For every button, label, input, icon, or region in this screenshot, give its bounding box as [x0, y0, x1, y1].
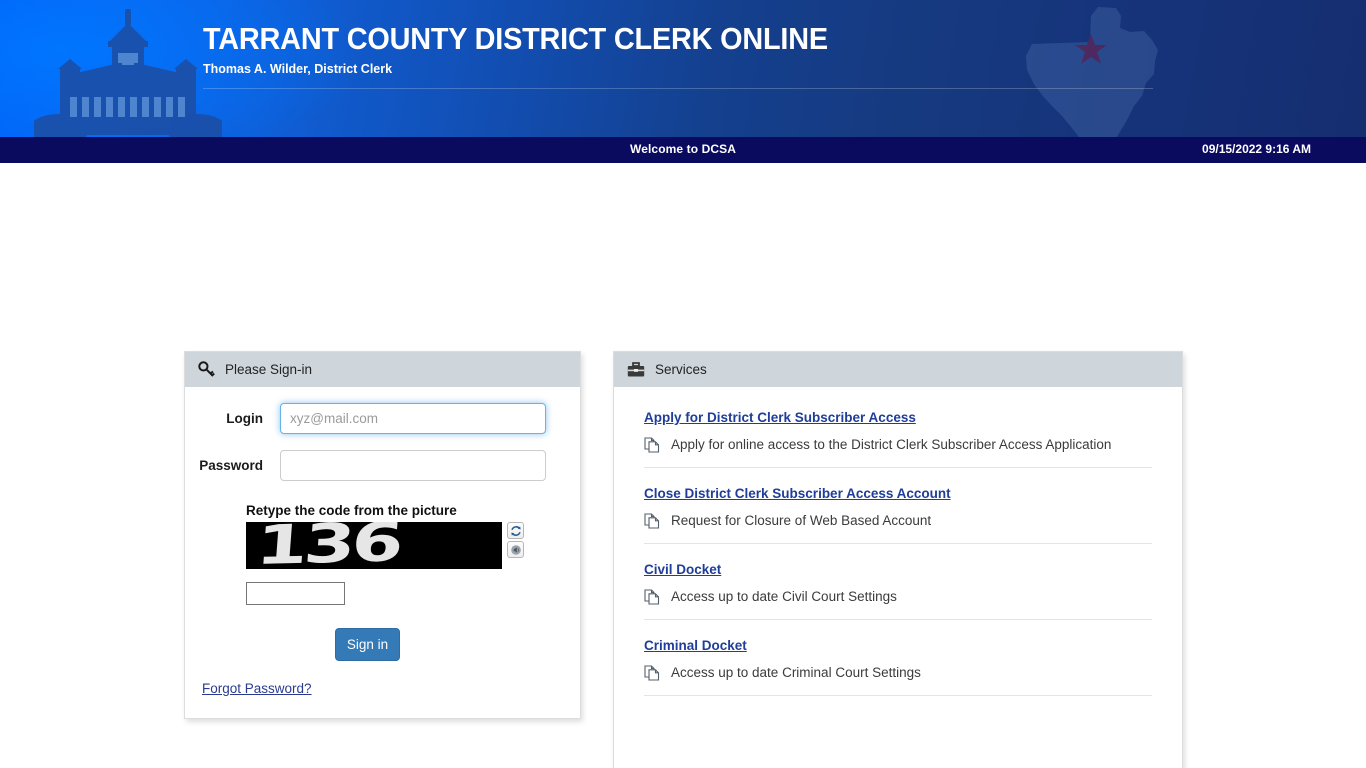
service-item: Civil Docket Access up to date Civil Cou… [644, 561, 1152, 620]
services-panel-header: Services [614, 352, 1182, 387]
page-title: TARRANT COUNTY DISTRICT CLERK ONLINE [203, 21, 828, 56]
captcha-row: 136 [246, 522, 580, 569]
header-divider [203, 88, 1153, 89]
page-banner: TARRANT COUNTY DISTRICT CLERK ONLINE Tho… [0, 0, 1366, 137]
signin-button-wrap: Sign in [185, 628, 580, 661]
briefcase-icon [627, 361, 645, 376]
password-row: Password [185, 450, 580, 481]
key-icon [198, 361, 215, 377]
service-description-text: Request for Closure of Web Based Account [671, 513, 932, 528]
signin-panel-title: Please Sign-in [225, 362, 313, 377]
service-description: Apply for online access to the District … [644, 436, 1152, 453]
service-description: Access up to date Civil Court Settings [644, 588, 1152, 605]
services-panel-title: Services [655, 362, 707, 377]
copy-pages-icon [644, 513, 660, 529]
captcha-code-text: 136 [253, 522, 402, 569]
courthouse-illustration [34, 9, 222, 137]
service-description-text: Access up to date Civil Court Settings [671, 589, 897, 604]
signin-button[interactable]: Sign in [335, 628, 400, 661]
speaker-icon [510, 544, 521, 555]
signin-form: Login Password Retype the code from the … [185, 403, 580, 698]
signin-panel-header: Please Sign-in [185, 352, 580, 387]
captcha-refresh-button[interactable] [507, 522, 524, 539]
login-input[interactable] [280, 403, 546, 434]
service-description-text: Apply for online access to the District … [671, 437, 1112, 452]
service-link-close[interactable]: Close District Clerk Subscriber Access A… [644, 486, 951, 501]
copy-pages-icon [644, 437, 660, 453]
service-description: Request for Closure of Web Based Account [644, 512, 1152, 529]
signin-panel: Please Sign-in Login Password Retype the… [184, 351, 581, 719]
service-link-civil-docket[interactable]: Civil Docket [644, 562, 721, 577]
login-label: Login [226, 411, 263, 426]
captcha-audio-button[interactable] [507, 541, 524, 558]
main-content: Please Sign-in Login Password Retype the… [0, 163, 1366, 768]
captcha-answer-input[interactable] [246, 582, 345, 605]
captcha-label: Retype the code from the picture [246, 503, 457, 518]
status-bar: Welcome to DCSA 09/15/2022 9:16 AM [0, 137, 1366, 163]
service-item: Close District Clerk Subscriber Access A… [644, 485, 1152, 544]
service-description-text: Access up to date Criminal Court Setting… [671, 665, 921, 680]
login-row: Login [185, 403, 580, 434]
refresh-icon [510, 525, 521, 536]
forgot-password-link[interactable]: Forgot Password? [202, 681, 312, 696]
welcome-message: Welcome to DCSA [630, 142, 736, 156]
password-input[interactable] [280, 450, 546, 481]
captcha-image: 136 [246, 522, 502, 569]
service-link-apply[interactable]: Apply for District Clerk Subscriber Acce… [644, 410, 916, 425]
services-list: Apply for District Clerk Subscriber Acce… [614, 387, 1182, 696]
captcha-block: Retype the code from the picture 136 [185, 503, 580, 605]
header-title-block: TARRANT COUNTY DISTRICT CLERK ONLINE Tho… [203, 21, 1083, 77]
page-subtitle: Thomas A. Wilder, District Clerk [203, 62, 393, 76]
service-link-criminal-docket[interactable]: Criminal Docket [644, 638, 747, 653]
service-description: Access up to date Criminal Court Setting… [644, 664, 1152, 681]
captcha-buttons [507, 522, 524, 558]
current-datetime: 09/15/2022 9:16 AM [1202, 142, 1311, 156]
copy-pages-icon [644, 665, 660, 681]
copy-pages-icon [644, 589, 660, 605]
service-item: Criminal Docket Access up to date Crimin… [644, 637, 1152, 696]
password-label: Password [199, 458, 263, 473]
services-panel: Services Apply for District Clerk Subscr… [613, 351, 1183, 768]
service-item: Apply for District Clerk Subscriber Acce… [644, 409, 1152, 468]
